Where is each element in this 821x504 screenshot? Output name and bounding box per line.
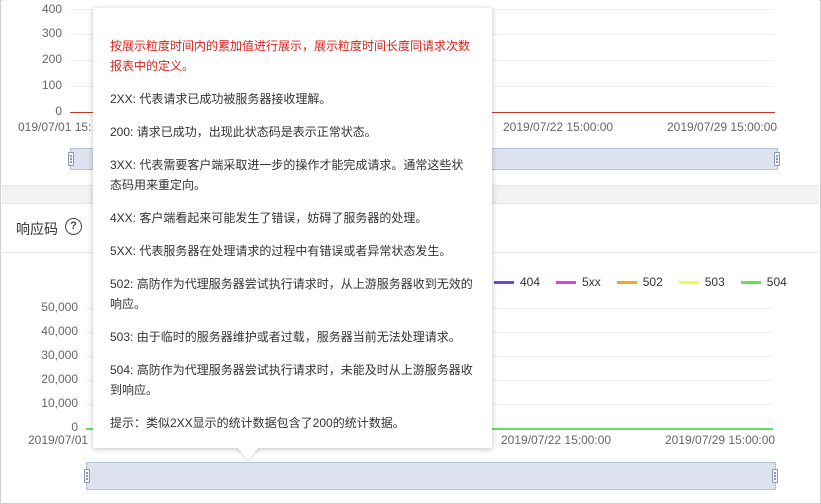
y-tick: 50,000 [41,300,78,314]
tooltip-item: 4XX: 客户端看起来可能发生了错误，妨碍了服务器的处理。 [110,211,428,225]
x-tick: 2019/07/22 15:00:00 [503,120,614,134]
legend-label: 504 [766,275,787,289]
legend-label: 503 [704,275,725,289]
legend-item-504[interactable]: 504 [740,275,787,289]
x-tick: 2019/07/29 15:00:00 [665,433,776,447]
x-tick: 019/07/01 15: [18,120,92,134]
y-tick: 10,000 [41,396,78,410]
y-tick: 200 [41,52,62,66]
tooltip-intro: 按展示粒度时间内的累加值进行展示，展示粒度时间长度同请求次数报表中的定义。 [110,39,471,73]
tooltip-item: 200: 请求已成功，出现此状态码是表示正常状态。 [110,125,377,139]
tooltip-item: 504: 高防作为代理服务器尝试执行请求时，未能及时从上游服务器收到响应。 [110,363,473,397]
tooltip-item: 5XX: 代表服务器在处理请求的过程中有错误或者异常状态发生。 [110,244,452,258]
x-tick: 2019/07/22 15:00:00 [501,433,612,447]
tooltip-item: 2XX: 代表请求已成功被服务器接收理解。 [110,92,332,106]
section-title: 响应码 [16,221,58,237]
legend-swatch [678,280,699,284]
y-tick: 30,000 [41,348,78,362]
tooltip-item: 提示：类似2XX显示的统计数据包含了200的统计数据。 [110,416,405,430]
legend-swatch [616,280,637,284]
y-tick: 0 [55,104,62,118]
zoom-handle-left[interactable] [84,469,90,483]
x-tick: 2019/07/29 15:00:00 [667,120,778,134]
legend-label: 404 [520,275,541,289]
legend-swatch [740,280,761,284]
tooltip-item: 502: 高防作为代理服务器尝试执行请求时，从上游服务器收到无效的响应。 [110,277,473,311]
legend-swatch [494,280,514,284]
tooltip-item: 503: 由于临时的服务器维护或者过载，服务器当前无法处理请求。 [110,330,461,344]
legend-label: 5xx [582,275,601,289]
x-tick: 2019/07/01 [28,433,89,447]
legend-swatch [556,280,577,284]
zoom-handle-left[interactable] [68,152,74,166]
tooltip-arrow [236,446,260,460]
zoom-handle-right[interactable] [774,152,780,166]
chart-legend: 404 5xx 502 503 504 [494,275,803,289]
legend-item-503[interactable]: 503 [678,275,725,289]
question-circle-icon[interactable]: ? [65,218,82,235]
y-tick: 40,000 [41,324,78,338]
zoom-handle-right[interactable] [772,469,778,483]
legend-item-502[interactable]: 502 [616,275,663,289]
legend-item-404[interactable]: 404 [494,275,540,289]
data-zoom-slider[interactable] [84,462,778,490]
y-tick: 400 [41,2,62,16]
help-tooltip: 按展示粒度时间内的累加值进行展示，展示粒度时间长度同请求次数报表中的定义。 2X… [93,8,492,448]
y-tick: 20,000 [41,372,78,386]
legend-item-5xx[interactable]: 5xx [556,275,601,289]
y-tick: 0 [71,420,78,434]
y-tick: 100 [41,78,62,92]
legend-label: 502 [642,275,663,289]
tooltip-item: 3XX: 代表需要客户端采取进一步的操作才能完成请求。通常这些状态码用来重定向。 [110,158,464,192]
y-tick: 300 [41,26,62,40]
